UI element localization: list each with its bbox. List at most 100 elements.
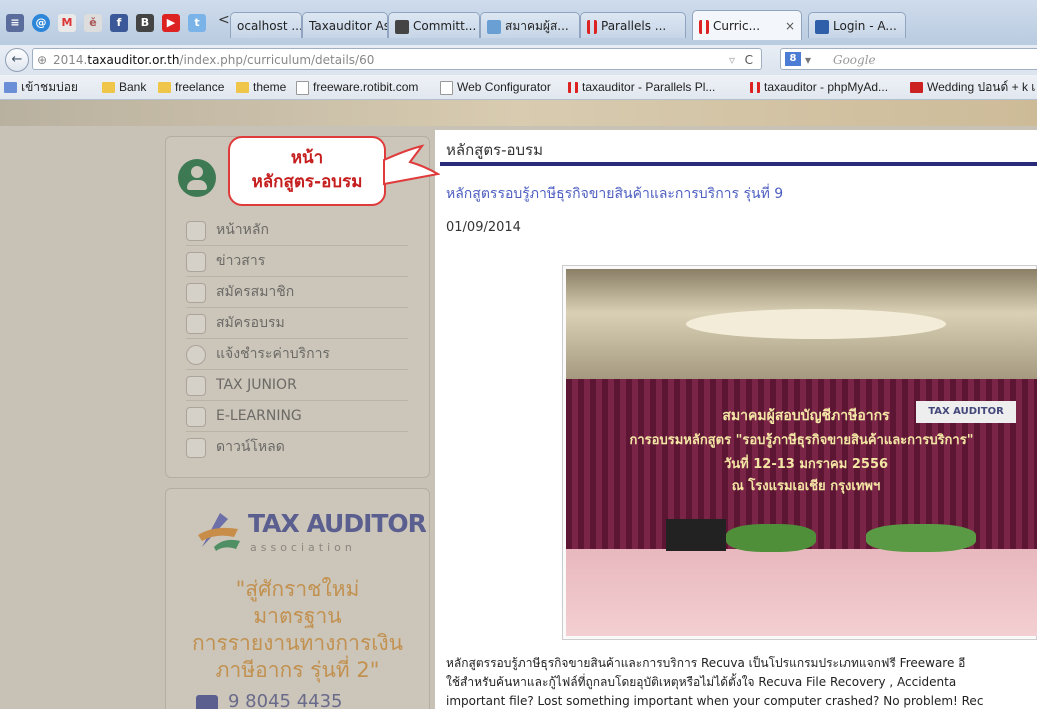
article-title-link[interactable]: หลักสูตรรอบรู้ภาษีธุรกิจขายสินค้าและการบ… bbox=[446, 183, 783, 205]
globe-icon: ⊕ bbox=[37, 53, 48, 67]
pinned-tab-gmail-icon[interactable]: M bbox=[58, 14, 76, 32]
phone-icon bbox=[196, 695, 218, 709]
tax-auditor-logo-icon bbox=[198, 513, 240, 551]
folder-icon bbox=[4, 82, 17, 94]
bookmark-label: เข้าชมบ่อย bbox=[21, 80, 78, 94]
sidebar-item-home[interactable]: หน้าหลัก bbox=[186, 215, 408, 246]
bookmark-label: Wedding ปอนด์ + k เ bbox=[927, 80, 1036, 94]
sidebar-item-news[interactable]: ข่าวสาร bbox=[186, 246, 408, 277]
back-button[interactable]: ← bbox=[5, 48, 29, 72]
tab-taxauditor[interactable]: Taxauditor As... bbox=[302, 12, 388, 38]
bookmark-label: theme bbox=[253, 80, 287, 94]
promo-box[interactable]: TAX AUDITOR association "สู่ศักราชใหม่ ม… bbox=[165, 488, 430, 709]
reload-icon[interactable]: C bbox=[745, 49, 753, 71]
article-date: 01/09/2014 bbox=[446, 220, 521, 235]
promo-phone: 9 8045 4435 bbox=[228, 691, 343, 709]
search-engine-icon[interactable]: 8 bbox=[785, 52, 801, 66]
bookmark-freelance[interactable]: freelance bbox=[158, 75, 224, 99]
bookmark-label: Web Configurator bbox=[457, 80, 551, 94]
sidebar-item-label: สมัครสมาชิก bbox=[216, 284, 295, 300]
sidebar-item-payment[interactable]: แจ้งชำระค่าบริการ bbox=[186, 339, 408, 370]
sidebar-item-label: ข่าวสาร bbox=[216, 253, 266, 269]
user-icon[interactable] bbox=[178, 159, 216, 197]
tab-label: Parallels ... bbox=[601, 19, 667, 33]
sidebar-item-download[interactable]: ดาวน์โหลด bbox=[186, 432, 408, 462]
sidebar-item-training-signup[interactable]: สมัครอบรม bbox=[186, 308, 408, 339]
blogger-icon bbox=[815, 19, 829, 34]
photo-flowers bbox=[726, 524, 816, 552]
bookmark-web-configurator[interactable]: Web Configurator bbox=[440, 75, 551, 99]
address-bar[interactable]: ⊕ 2014.taxauditor.or.th/index.php/curric… bbox=[32, 48, 762, 70]
tab-curriculum[interactable]: Curric... × bbox=[692, 10, 802, 40]
pinned-tab-twitter-icon[interactable]: t bbox=[188, 14, 206, 32]
sidebar-item-label: สมัครอบรม bbox=[216, 315, 285, 331]
tab-label: Curric... bbox=[713, 19, 761, 33]
site-icon bbox=[487, 19, 501, 34]
pinned-tab-menu-icon[interactable]: ≡ bbox=[6, 14, 24, 32]
tab-localhost[interactable]: ocalhost ... bbox=[230, 12, 302, 38]
bookmark-freeware[interactable]: freeware.rotibit.com bbox=[296, 75, 418, 99]
bookmark-frequent[interactable]: เข้าชมบ่อย bbox=[4, 75, 78, 99]
article-body-line: หลักสูตรรอบรู้ภาษีธุรกิจขายสินค้าและการบ… bbox=[446, 656, 966, 670]
bookmark-label: Bank bbox=[119, 80, 147, 94]
event-photo: สมาคมผู้สอบบัญชีภาษีอากร TAX AUDITOR การ… bbox=[566, 269, 1037, 636]
pinned-tab-youtube-icon[interactable]: ▶ bbox=[162, 14, 180, 32]
url-host: taxauditor.or.th bbox=[87, 53, 180, 67]
tab-login[interactable]: Login - A... bbox=[808, 12, 906, 38]
parallels-icon bbox=[750, 82, 760, 94]
close-tab-icon[interactable]: × bbox=[785, 11, 795, 40]
photo-table-skirt bbox=[566, 549, 1037, 636]
bookmark-label: taxauditor - phpMyAd... bbox=[764, 80, 889, 94]
article-body-line: ใช้สำหรับค้นหาและกู้ไฟล์ที่ถูกลบโดยอุบัต… bbox=[446, 675, 957, 689]
bookmark-bank[interactable]: Bank bbox=[102, 75, 146, 99]
folder-icon bbox=[236, 82, 249, 94]
callout-line: หลักสูตร-อบรม bbox=[251, 172, 363, 192]
bookmark-label: taxauditor - Parallels Pl... bbox=[582, 80, 716, 94]
logo-text: TAX AUDITOR bbox=[248, 509, 427, 538]
bookmark-parallels[interactable]: taxauditor - Parallels Pl... bbox=[568, 75, 715, 99]
sidebar-item-membership[interactable]: สมัครสมาชิก bbox=[186, 277, 408, 308]
bookmarks-toolbar: เข้าชมบ่อย Bank freelance theme freeware… bbox=[0, 75, 1037, 100]
bookmark-wedding[interactable]: Wedding ปอนด์ + k เ bbox=[910, 75, 1035, 99]
pinned-tab-blogger-icon[interactable]: B bbox=[136, 14, 154, 32]
headphones-icon bbox=[186, 407, 206, 427]
logo-subtitle: association bbox=[250, 541, 356, 554]
sidebar-item-tax-junior[interactable]: TAX JUNIOR bbox=[186, 370, 408, 401]
page-icon bbox=[440, 80, 453, 95]
home-icon bbox=[186, 221, 206, 241]
sidebar-item-elearning[interactable]: E-LEARNING bbox=[186, 401, 408, 432]
bookmark-label: freelance bbox=[175, 80, 225, 94]
tab-association[interactable]: สมาคมผู้ส... bbox=[480, 12, 580, 38]
article-body: หลักสูตรรอบรู้ภาษีธุรกิจขายสินค้าและการบ… bbox=[446, 654, 1037, 709]
bookmark-phpmyadmin[interactable]: taxauditor - phpMyAd... bbox=[750, 75, 888, 99]
pinned-tab-hat-icon[interactable]: ě bbox=[84, 14, 102, 32]
browser-tab-strip: ≡ @ M ě f B ▶ t < ocalhost ... Taxaudito… bbox=[0, 0, 1037, 46]
photo-banner-text: วันที่ 12-13 มกราคม 2556 bbox=[723, 457, 889, 472]
callout-arrow-icon bbox=[383, 144, 440, 186]
url-path: /index.php/curriculum/details/60 bbox=[179, 53, 375, 67]
tab-scroll-left-icon[interactable]: < bbox=[218, 12, 230, 28]
tab-committee[interactable]: Committ... bbox=[388, 12, 480, 38]
blogger-icon bbox=[395, 19, 409, 34]
bookmark-theme[interactable]: theme bbox=[236, 75, 286, 99]
page-icon bbox=[296, 80, 309, 95]
search-input[interactable]: 8 ▾ Google bbox=[780, 48, 1037, 70]
arrow-circle-icon bbox=[186, 345, 206, 365]
parallels-icon bbox=[699, 19, 709, 34]
parallels-icon bbox=[587, 19, 597, 34]
tab-label: ocalhost ... bbox=[237, 19, 302, 33]
title-divider bbox=[440, 162, 1037, 166]
sidebar-item-label: E-LEARNING bbox=[216, 408, 302, 424]
web-page: หน้าหลัก ข่าวสาร สมัครสมาชิก สมัครอบรม แ… bbox=[0, 100, 1037, 709]
article-body-line: important file? Lost something important… bbox=[446, 694, 984, 708]
tab-parallels[interactable]: Parallels ... bbox=[580, 12, 686, 38]
photo-banner-logo: TAX AUDITOR bbox=[916, 401, 1016, 423]
sidebar-item-label: แจ้งชำระค่าบริการ bbox=[216, 346, 330, 362]
pinned-tab-facebook-icon[interactable]: f bbox=[110, 14, 128, 32]
tab-label: สมาคมผู้ส... bbox=[505, 19, 569, 33]
bookmark-star-icon[interactable]: ▿ bbox=[729, 49, 735, 71]
search-engine-dropdown-icon[interactable]: ▾ bbox=[805, 49, 811, 71]
pinned-tab-alert-icon[interactable]: @ bbox=[32, 14, 50, 32]
callout-line: หน้า bbox=[290, 148, 324, 168]
youtube-icon bbox=[910, 82, 923, 94]
